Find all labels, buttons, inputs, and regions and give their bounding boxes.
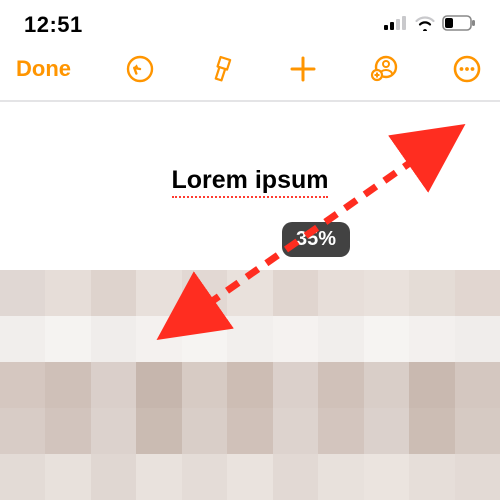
zoom-indicator: 35% bbox=[282, 222, 350, 257]
blurred-content bbox=[0, 270, 500, 500]
status-time: 12:51 bbox=[24, 12, 83, 38]
undo-button[interactable] bbox=[123, 52, 157, 86]
toolbar: Done bbox=[0, 44, 500, 100]
status-indicators bbox=[384, 15, 476, 36]
battery-icon bbox=[442, 15, 476, 36]
collaborate-button[interactable] bbox=[368, 52, 402, 86]
document-title[interactable]: Lorem ipsum bbox=[172, 166, 329, 198]
cellular-icon bbox=[384, 16, 408, 35]
done-button[interactable]: Done bbox=[16, 56, 71, 82]
wifi-icon bbox=[414, 15, 436, 36]
insert-button[interactable] bbox=[286, 52, 320, 86]
document-canvas[interactable]: Lorem ipsum bbox=[0, 102, 500, 198]
status-bar: 12:51 bbox=[0, 0, 500, 44]
more-button[interactable] bbox=[450, 52, 484, 86]
format-brush-button[interactable] bbox=[205, 52, 239, 86]
